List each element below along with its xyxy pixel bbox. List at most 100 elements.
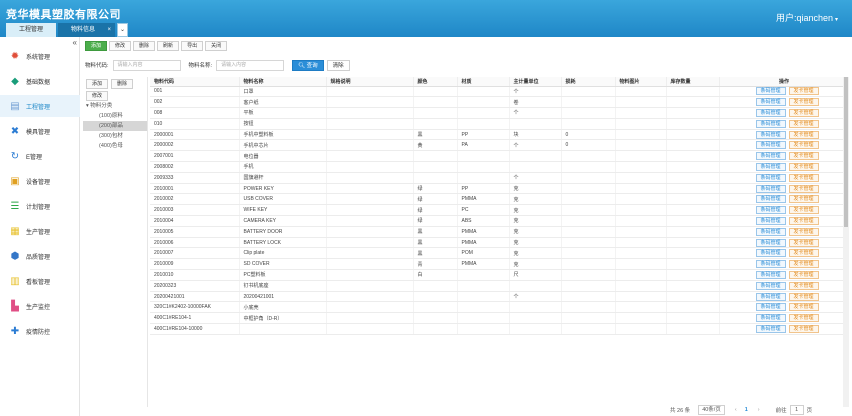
barcode-manage-button[interactable]: 条码管理 [755, 152, 786, 161]
card-manage-button[interactable]: 发卡管理 [788, 184, 819, 193]
barcode-manage-button[interactable]: 条码管理 [755, 141, 786, 150]
table-scrollbar[interactable] [843, 77, 849, 407]
card-manage-button[interactable]: 发卡管理 [788, 152, 819, 161]
barcode-manage-button[interactable]: 条码管理 [755, 238, 786, 247]
sidebar-item-11[interactable]: ✚ 疫情防控 [0, 320, 80, 342]
column-header[interactable]: 主计量单位 [509, 77, 562, 87]
table-row[interactable]: 2010004 CAMERA KEY 绿 ABS 克 条码管理 发卡管理 [150, 215, 846, 227]
page-size-select[interactable]: 40条/页 [698, 405, 725, 415]
sidebar-item-5[interactable]: ▣ 设备管理 [0, 170, 80, 192]
table-row[interactable]: 2010007 Clip plate 黑 POM 克 条码管理 发卡管理 [150, 247, 846, 260]
search-button[interactable]: 🔍︎ 查询 [292, 59, 324, 71]
tree-node-400[interactable]: (400)色母 [83, 141, 147, 151]
card-manage-button[interactable]: 发卡管理 [788, 249, 819, 258]
table-row[interactable]: 2008002 手机 条码管理 发卡管理 [150, 161, 846, 173]
table-row[interactable]: 2010009 SD COVER 青 PMMA 克 条码管理 发卡管理 [150, 258, 846, 271]
column-header[interactable]: 材质 [457, 77, 510, 87]
table-row[interactable]: 2010006 BATTERY LOCK 黑 PMMA 克 条码管理 发卡管理 [150, 237, 846, 249]
next-page-icon[interactable]: › [758, 407, 760, 413]
card-manage-button[interactable]: 发卡管理 [788, 108, 819, 117]
sidebar-item-2[interactable]: ▤ 工程管理 [0, 95, 80, 117]
sidebar-item-0[interactable]: ✹ 系统管理 [0, 45, 80, 67]
barcode-manage-button[interactable]: 条码管理 [755, 87, 786, 96]
card-manage-button[interactable]: 发卡管理 [788, 130, 819, 139]
table-row[interactable]: 008 平板 个 条码管理 发卡管理 [150, 107, 846, 119]
column-header[interactable]: 库存数量 [666, 77, 720, 87]
barcode-manage-button[interactable]: 条码管理 [755, 119, 786, 128]
table-row[interactable]: 002 客户纸 卷 条码管理 发卡管理 [150, 96, 846, 109]
card-manage-button[interactable]: 发卡管理 [788, 98, 819, 107]
sidebar-item-1[interactable]: ◆ 基础数据 [0, 70, 80, 92]
sidebar-item-8[interactable]: ⬢ 品质管理 [0, 245, 80, 267]
table-row[interactable]: 2010003 WIFE KEY 绿 PC 克 条码管理 发卡管理 [150, 204, 846, 217]
card-manage-button[interactable]: 发卡管理 [788, 270, 819, 279]
column-header[interactable]: 规格说明 [326, 77, 414, 87]
column-header[interactable]: 物料代码 [150, 77, 240, 87]
barcode-manage-button[interactable]: 条码管理 [755, 184, 786, 193]
sidebar-item-4[interactable]: ↻ E管理 [0, 145, 80, 167]
sidebar-item-9[interactable]: ▥ 看板管理 [0, 270, 80, 292]
barcode-manage-button[interactable]: 条码管理 [755, 249, 786, 258]
refresh-button[interactable]: 刷新 [157, 41, 180, 51]
delete-button[interactable]: 删除 [133, 41, 156, 51]
column-header[interactable]: 颜色 [413, 77, 458, 87]
barcode-manage-button[interactable]: 条码管理 [755, 98, 786, 107]
barcode-manage-button[interactable]: 条码管理 [755, 292, 786, 301]
table-row[interactable]: 20200421001 20200421001 个 条码管理 发卡管理 [150, 291, 846, 303]
tree-node-300[interactable]: (300)包材 [83, 131, 147, 141]
card-manage-button[interactable]: 发卡管理 [788, 314, 819, 323]
table-row[interactable]: 2009333 国旗避杆 个 条码管理 发卡管理 [150, 172, 846, 184]
page-number[interactable]: 1 [745, 407, 748, 413]
tree-edit-button[interactable]: 修改 [86, 91, 109, 101]
table-row[interactable]: 2000001 手机中塑料板 黑 PP 块 0 条码管理 发卡管理 [150, 129, 846, 141]
tree-add-button[interactable]: 添加 [86, 79, 109, 89]
column-header[interactable]: 物料图片 [615, 77, 667, 87]
tree-delete-button[interactable]: 删除 [111, 79, 134, 89]
column-header[interactable]: 物料名称 [239, 77, 327, 87]
add-button[interactable]: 添加 [85, 41, 108, 51]
goto-page-input[interactable]: 1 [789, 405, 804, 415]
tree-node-100[interactable]: (100)原料 [83, 111, 147, 121]
card-manage-button[interactable]: 发卡管理 [788, 292, 819, 301]
card-manage-button[interactable]: 发卡管理 [788, 324, 819, 333]
close-button[interactable]: 关闭 [205, 41, 228, 51]
close-icon[interactable]: × [108, 23, 112, 37]
column-header[interactable]: 操作 [719, 77, 846, 87]
card-manage-button[interactable]: 发卡管理 [788, 162, 819, 171]
material-code-input[interactable]: 请输入内容 [112, 59, 181, 71]
sidebar-item-10[interactable]: ▙ 生产监控 [0, 295, 80, 317]
table-row[interactable]: 320C1#K2402-10000FAK 小底壳 条码管理 发卡管理 [150, 301, 846, 314]
card-manage-button[interactable]: 发卡管理 [788, 87, 819, 96]
card-manage-button[interactable]: 发卡管理 [788, 303, 819, 312]
table-row[interactable]: 010 按钮 条码管理 发卡管理 [150, 118, 846, 130]
table-row[interactable]: 2010010 PC塑料板 白 尺 条码管理 发卡管理 [150, 269, 846, 281]
table-row[interactable]: 400C1#RE104-1 中框护角（D-R） 条码管理 发卡管理 [150, 312, 846, 325]
barcode-manage-button[interactable]: 条码管理 [755, 108, 786, 117]
barcode-manage-button[interactable]: 条码管理 [755, 195, 786, 204]
barcode-manage-button[interactable]: 条码管理 [755, 270, 786, 279]
column-header[interactable]: 损耗 [561, 77, 616, 87]
card-manage-button[interactable]: 发卡管理 [788, 281, 819, 290]
barcode-manage-button[interactable]: 条码管理 [755, 303, 786, 312]
barcode-manage-button[interactable]: 条码管理 [755, 162, 786, 171]
table-row[interactable]: 2007001 电位器 条码管理 发卡管理 [150, 150, 846, 163]
card-manage-button[interactable]: 发卡管理 [788, 238, 819, 247]
card-manage-button[interactable]: 发卡管理 [788, 173, 819, 182]
sidebar-item-7[interactable]: ▦ 生产管理 [0, 220, 80, 242]
table-row[interactable]: 20200323 钉书机底座 条码管理 发卡管理 [150, 280, 846, 292]
prev-page-icon[interactable]: ‹ [735, 407, 737, 413]
barcode-manage-button[interactable]: 条码管理 [755, 281, 786, 290]
card-manage-button[interactable]: 发卡管理 [788, 206, 819, 215]
sidebar-item-3[interactable]: ✖ 模具管理 [0, 120, 80, 142]
barcode-manage-button[interactable]: 条码管理 [755, 324, 786, 333]
scrollbar-thumb[interactable] [844, 77, 848, 227]
barcode-manage-button[interactable]: 条码管理 [755, 173, 786, 182]
tree-node-200[interactable]: (200)部品 [83, 121, 147, 131]
barcode-manage-button[interactable]: 条码管理 [755, 216, 786, 225]
clear-button[interactable]: 清除 [326, 59, 350, 71]
card-manage-button[interactable]: 发卡管理 [788, 227, 819, 236]
table-row[interactable]: 2000002 手机中芯片 黄 PA 个 0 条码管理 发卡管理 [150, 139, 846, 152]
table-row[interactable]: 2010001 POWER KEY 绿 PP 克 条码管理 发卡管理 [150, 183, 846, 195]
tab-more-button[interactable]: ⌄ [117, 23, 129, 37]
barcode-manage-button[interactable]: 条码管理 [755, 260, 786, 269]
